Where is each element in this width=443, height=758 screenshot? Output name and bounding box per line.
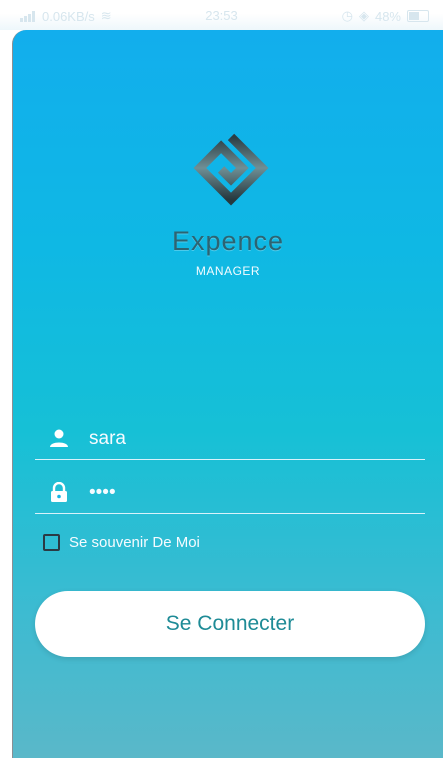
login-screen: Expence MANAGER sara •••• Se souvenir De… [12,30,443,758]
battery-level: 48% [374,8,401,24]
brand-title: Expence [171,226,285,256]
battery-icon [407,10,429,22]
password-value[interactable]: •••• [89,482,116,504]
remember-label: Se souvenir De Moi [69,534,200,551]
password-underline [35,513,425,514]
app-logo-icon [193,133,269,206]
remember-checkbox[interactable] [43,534,60,551]
status-bar: 0.06KB/s ≋ 23:53 ◷ ◈ 48% [0,0,443,30]
status-right: ◷ ◈ 48% [342,8,429,24]
brand-subtitle: MANAGER [195,264,261,278]
alarm-icon: ◷ [341,8,353,23]
connect-button-label: Se Connecter [165,612,295,635]
password-field[interactable]: •••• [35,470,425,514]
eye-icon: ◈ [358,8,369,23]
username-field[interactable]: sara [35,416,425,460]
person-icon [50,429,68,447]
lock-icon [51,482,67,502]
username-value[interactable]: sara [89,428,126,450]
remember-me[interactable]: Se souvenir De Moi [43,534,200,551]
username-underline [35,459,425,460]
connect-button[interactable]: Se Connecter [35,591,425,657]
